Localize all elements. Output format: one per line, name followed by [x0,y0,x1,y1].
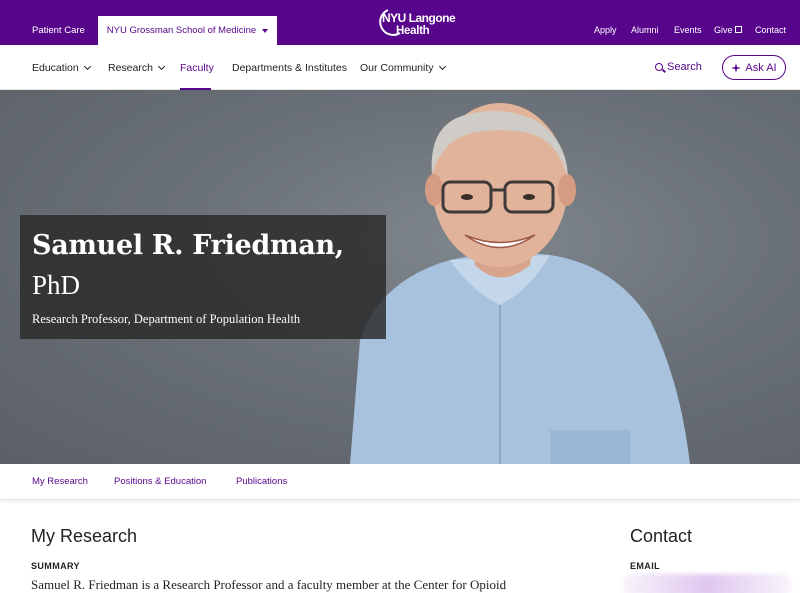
school-selector[interactable]: NYU Grossman School of Medicine [98,16,277,45]
hero-banner: Samuel R. Friedman, PhD Research Profess… [0,90,800,464]
nav-departments[interactable]: Departments & Institutes [232,62,347,74]
email-label: EMAIL [630,561,660,571]
faculty-title: Research Professor, Department of Popula… [32,312,301,326]
external-link-icon [734,26,742,33]
nav-our-community-label: Our Community [360,62,434,74]
top-utility-bar: Patient Care NYU Grossman School of Medi… [0,0,800,45]
logo-line1: NYU Langone [382,11,456,25]
patient-care-link[interactable]: Patient Care [32,25,85,36]
ask-ai-label: Ask AI [745,61,777,74]
faculty-degree: PhD [32,270,81,300]
school-selector-label: NYU Grossman School of Medicine [106,25,257,36]
search-button[interactable]: Search [655,61,702,73]
nav-our-community[interactable]: Our Community [360,62,446,74]
nav-education-label: Education [32,62,79,74]
caret-down-icon [262,28,269,33]
email-value-obscured [622,574,792,593]
faculty-name: Samuel R. Friedman, [32,230,344,261]
faculty-name-card: Samuel R. Friedman, PhD Research Profess… [20,215,386,339]
tab-my-research[interactable]: My Research [32,476,88,487]
ask-ai-button[interactable]: Ask AI [722,55,786,80]
section-tabs: My Research Positions & Education Public… [0,464,800,500]
give-link[interactable]: Give [714,25,742,35]
chevron-down-icon [438,62,446,71]
summary-label: SUMMARY [31,561,80,571]
contact-link[interactable]: Contact [755,25,786,35]
summary-text: Samuel R. Friedman is a Research Profess… [31,577,507,592]
search-icon [655,63,663,71]
nav-education[interactable]: Education [32,62,91,74]
give-label: Give [714,25,733,35]
contact-heading: Contact [630,526,693,546]
alumni-link[interactable]: Alumni [631,25,659,35]
nyu-langone-logo[interactable]: NYU Langone Health [374,7,456,39]
search-label: Search [667,61,702,73]
sparkle-icon [731,62,742,73]
apply-link[interactable]: Apply [594,25,617,35]
nav-research-label: Research [108,62,153,74]
tab-publications[interactable]: Publications [236,476,287,487]
events-link[interactable]: Events [674,25,702,35]
nav-research[interactable]: Research [108,62,165,74]
faculty-portrait [350,103,690,464]
logo-line2: Health [396,25,430,37]
nav-departments-label: Departments & Institutes [232,62,347,74]
my-research-heading: My Research [31,526,138,546]
nav-faculty[interactable]: Faculty [180,62,214,74]
tab-positions-education[interactable]: Positions & Education [114,476,206,487]
chevron-down-icon [83,62,91,71]
chevron-down-icon [157,62,165,71]
nav-faculty-label: Faculty [180,62,214,74]
